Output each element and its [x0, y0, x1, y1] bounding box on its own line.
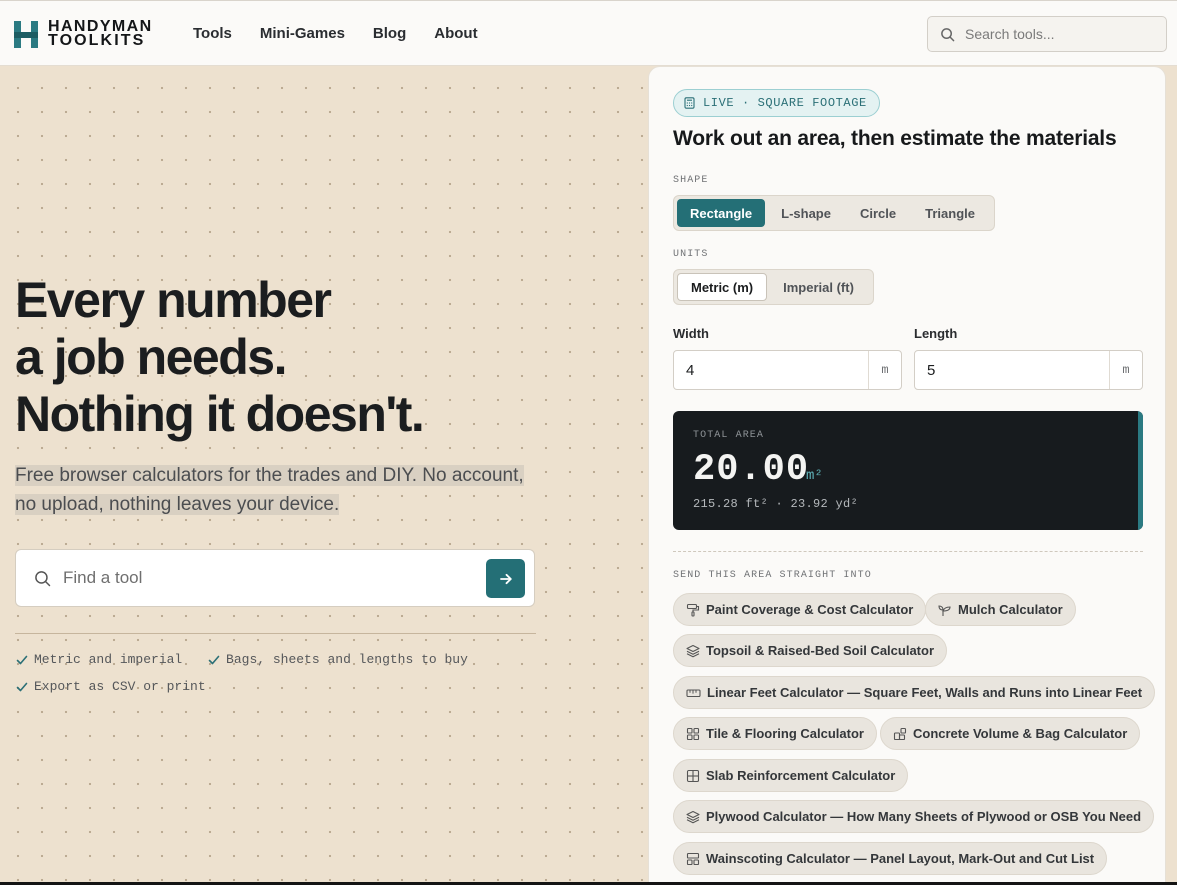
shape-option-triangle[interactable]: Triangle [912, 199, 988, 227]
feature-label: Metric and imperial [34, 652, 183, 667]
tool-chip-label: Slab Reinforcement Calculator [706, 768, 896, 783]
tool-chip-label: Plywood Calculator — How Many Sheets of … [706, 809, 1142, 824]
units-option-metric[interactable]: Metric (m) [677, 273, 768, 301]
tool-chip-concrete[interactable]: Concrete Volume & Bag Calculator [880, 717, 1141, 750]
find-tool-submit-button[interactable] [486, 559, 525, 598]
sprout-icon [938, 604, 951, 616]
nav-item-about[interactable]: About [434, 25, 477, 42]
width-unit: m [868, 351, 901, 389]
tool-chip-paint-coverage[interactable]: Paint Coverage & Cost Calculator [673, 593, 927, 626]
length-field: m [914, 350, 1143, 390]
layers-icon [686, 810, 700, 823]
total-area-conversions: 215.28 ft² · 23.92 yd² [693, 497, 859, 511]
total-area-accent [1138, 411, 1143, 530]
section-divider [673, 551, 1143, 552]
feature-item: Metric and imperial [16, 648, 182, 672]
calculator-icon [684, 97, 695, 109]
total-area-label: TOTAL AREA [693, 430, 765, 441]
tool-chip-linear-feet[interactable]: Linear Feet Calculator — Square Feet, Wa… [673, 676, 1156, 709]
grid-icon [686, 727, 700, 740]
tool-chip-topsoil[interactable]: Topsoil & Raised-Bed Soil Calculator [673, 634, 948, 667]
hero-subtitle-text: Free browser calculators for the trades … [15, 465, 524, 515]
units-selector: Metric (m) Imperial (ft) [673, 269, 874, 305]
total-area-value: 20.00 [693, 449, 810, 491]
logo-mark-icon [14, 19, 40, 49]
tool-chip-wainscoting[interactable]: Wainscoting Calculator — Panel Layout, M… [673, 842, 1108, 875]
live-badge: LIVE · SQUARE FOOTAGE [673, 89, 880, 117]
send-area-label: SEND THIS AREA STRAIGHT INTO [673, 570, 872, 581]
find-tool-input[interactable] [63, 568, 463, 588]
shape-option-rectangle[interactable]: Rectangle [677, 199, 766, 227]
layers-icon [686, 644, 700, 657]
check-icon [16, 655, 28, 665]
length-unit: m [1109, 351, 1142, 389]
brand-logo[interactable]: HANDYMAN TOOLKITS [14, 18, 153, 50]
top-navigation-bar: HANDYMAN TOOLKITS Tools Mini-Games Blog … [0, 0, 1177, 66]
feature-label: Bags, sheets and lengths to buy [226, 652, 468, 667]
arrow-right-icon [499, 573, 512, 584]
top-search-input[interactable] [965, 26, 1155, 42]
grid-square-icon [686, 769, 700, 782]
feature-item: Bags, sheets and lengths to buy [208, 648, 468, 672]
tool-chip-label: Paint Coverage & Cost Calculator [706, 602, 914, 617]
tool-chip-plywood[interactable]: Plywood Calculator — How Many Sheets of … [673, 800, 1155, 833]
hero-divider [15, 633, 536, 634]
tool-chip-label: Mulch Calculator [958, 602, 1063, 617]
shape-label: SHAPE [673, 175, 709, 186]
brand-line-2: TOOLKITS [48, 32, 146, 49]
width-label: Width [673, 326, 709, 341]
nav-item-tools[interactable]: Tools [193, 25, 232, 42]
total-area-card: TOTAL AREA 20.00 m² 215.28 ft² · 23.92 y… [673, 411, 1143, 530]
brand-name: HANDYMAN TOOLKITS [48, 19, 153, 49]
width-input[interactable] [674, 351, 868, 389]
live-badge-label: LIVE · SQUARE FOOTAGE [703, 96, 867, 110]
length-input[interactable] [915, 351, 1109, 389]
nav-item-mini-games[interactable]: Mini-Games [260, 25, 345, 42]
shape-option-circle[interactable]: Circle [847, 199, 909, 227]
find-tool-box[interactable] [15, 549, 535, 607]
length-label: Length [914, 326, 958, 341]
tool-chip-label: Concrete Volume & Bag Calculator [913, 726, 1128, 741]
feature-list: Metric and imperial Bags, sheets and len… [16, 648, 536, 702]
hero-title-line: a job needs. [15, 329, 287, 385]
ruler-icon [686, 688, 701, 697]
width-field: m [673, 350, 902, 390]
hero-title: Every number a job needs. Nothing it doe… [15, 272, 425, 443]
hero-subtitle: Free browser calculators for the trades … [15, 461, 535, 519]
search-icon [35, 570, 51, 586]
tool-chip-mulch[interactable]: Mulch Calculator [925, 593, 1076, 626]
page: HANDYMAN TOOLKITS Tools Mini-Games Blog … [0, 0, 1177, 882]
tool-chip-label: Tile & Flooring Calculator [706, 726, 864, 741]
hero-title-line: Nothing it doesn't. [15, 386, 425, 442]
square-footage-calculator-panel: LIVE · SQUARE FOOTAGE Work out an area, … [648, 66, 1166, 882]
check-icon [16, 682, 28, 692]
shape-selector: Rectangle L-shape Circle Triangle [673, 195, 995, 231]
hero-title-line: Every number [15, 272, 332, 328]
shape-option-l-shape[interactable]: L-shape [768, 199, 844, 227]
tool-chip-tile-flooring[interactable]: Tile & Flooring Calculator [673, 717, 877, 750]
units-label: UNITS [673, 249, 709, 260]
feature-item: Export as CSV or print [16, 675, 206, 699]
tool-chip-slab-reinforcement[interactable]: Slab Reinforcement Calculator [673, 759, 909, 792]
tool-chip-label: Topsoil & Raised-Bed Soil Calculator [706, 643, 935, 658]
tool-chip-label: Linear Feet Calculator — Square Feet, Wa… [707, 685, 1143, 700]
total-area-unit: m² [806, 468, 823, 484]
top-search-box[interactable] [927, 16, 1167, 52]
paint-roller-icon [686, 603, 700, 617]
search-icon [941, 27, 955, 41]
panel-title: Work out an area, then estimate the mate… [673, 127, 1117, 150]
panels-icon [686, 852, 700, 865]
check-icon [208, 655, 220, 665]
tool-chip-label: Wainscoting Calculator — Panel Layout, M… [706, 851, 1095, 866]
main-nav: Tools Mini-Games Blog About [193, 25, 506, 42]
blocks-icon [893, 727, 907, 740]
nav-item-blog[interactable]: Blog [373, 25, 406, 42]
feature-label: Export as CSV or print [34, 679, 206, 694]
units-option-imperial[interactable]: Imperial (ft) [770, 273, 867, 301]
